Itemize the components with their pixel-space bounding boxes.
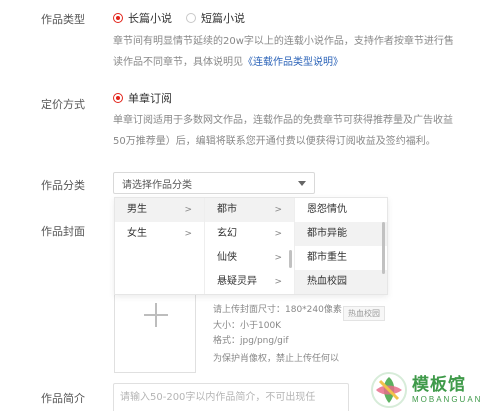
cascader-option-xianxia[interactable]: 仙侠 > xyxy=(205,246,294,270)
radio-per-chapter-label: 单章订阅 xyxy=(128,92,172,105)
option-label: 都市异能 xyxy=(307,228,347,239)
chevron-right-icon: > xyxy=(274,277,282,287)
plus-icon-vertical xyxy=(155,303,157,327)
pricing-description: 单章订阅适用于多数网文作品，连载作品的免费章节可获得推荐量及广告收益 50万推荐… xyxy=(113,110,500,152)
option-label: 女生 xyxy=(127,228,147,239)
radio-short-novel-label: 短篇小说 xyxy=(201,12,245,25)
cascader-option-mystery[interactable]: 悬疑灵异 > xyxy=(205,270,294,294)
radio-checked-icon xyxy=(113,13,123,23)
option-label: 男生 xyxy=(127,204,147,215)
cascader-option-urban-rebirth[interactable]: 都市重生 xyxy=(295,246,387,270)
leaf-logo-icon xyxy=(370,371,408,409)
radio-long-novel-label: 长篇小说 xyxy=(128,12,172,25)
cascader-option-campus[interactable]: 热血校园 xyxy=(295,270,387,294)
column-scrollbar[interactable] xyxy=(289,250,292,268)
option-label: 悬疑灵异 xyxy=(217,276,257,287)
category-select[interactable]: 请选择作品分类 xyxy=(113,172,315,194)
intro-textarea[interactable]: 请输入50-200字以内作品简介，不可出现任 xyxy=(113,383,349,411)
cascader-option-fantasy[interactable]: 玄幻 > xyxy=(205,222,294,246)
watermark-english-text: MOBANGUAN xyxy=(412,394,483,404)
option-label: 热血校园 xyxy=(307,276,347,287)
pricing-desc-line2: 50万推荐量）后，编辑将联系您开通付费以便获得订阅收益及签约福利。 xyxy=(113,136,436,147)
radio-long-novel[interactable]: 长篇小说 xyxy=(113,10,172,26)
cascader-column-gender: 男生 > 女生 > xyxy=(115,198,205,294)
cover-label: 作品封面 xyxy=(41,225,85,238)
category-label: 作品分类 xyxy=(41,179,85,192)
cascader-option-urban-power[interactable]: 都市异能 xyxy=(295,222,387,246)
cover-portrait-notice: 为保护肖像权，禁止上传任何以 xyxy=(213,354,340,364)
cascader-option-urban[interactable]: 都市 > xyxy=(205,198,294,222)
chevron-right-icon: > xyxy=(274,253,282,263)
work-type-label: 作品类型 xyxy=(41,13,85,26)
option-label: 恩怨情仇 xyxy=(307,204,347,215)
chevron-right-icon: > xyxy=(184,205,192,215)
pricing-label: 定价方式 xyxy=(41,98,85,111)
radio-per-chapter[interactable]: 单章订阅 xyxy=(113,90,172,106)
pricing-radio-group: 单章订阅 xyxy=(113,90,186,106)
category-cascader-dropdown: 男生 > 女生 > 都市 > 玄幻 > 仙侠 > 悬疑灵异 > 恩怨情仇 都市异… xyxy=(114,197,388,295)
watermark: 模板馆 MOBANGUAN xyxy=(370,368,500,411)
option-label: 仙侠 xyxy=(217,252,237,263)
pricing-desc-line1: 单章订阅适用于多数网文作品，连载作品的免费章节可获得推荐量及广告收益 xyxy=(113,115,453,126)
cascader-option-grudge[interactable]: 恩怨情仇 xyxy=(295,198,387,222)
radio-short-novel[interactable]: 短篇小说 xyxy=(186,10,245,26)
category-select-placeholder: 请选择作品分类 xyxy=(122,179,192,191)
work-type-explanation-link[interactable]: 《连载作品类型说明》 xyxy=(243,57,343,68)
watermark-chinese-text: 模板馆 xyxy=(412,374,466,395)
cover-size-hint: 请上传封面尺寸：180*240像素 xyxy=(213,305,342,315)
column-scrollbar[interactable] xyxy=(382,222,385,274)
cover-upload-box[interactable] xyxy=(114,287,196,373)
chevron-right-icon: > xyxy=(274,229,282,239)
watermark-text: 模板馆 MOBANGUAN xyxy=(412,375,482,405)
cascader-option-female[interactable]: 女生 > xyxy=(115,222,204,246)
cascader-column-subgenre: 恩怨情仇 都市异能 都市重生 热血校园 xyxy=(295,198,387,294)
option-label: 都市 xyxy=(217,204,237,215)
novel-submission-form: 作品类型 长篇小说 短篇小说 章节间有明显情节延续的20w字以上的连载小说作品，… xyxy=(0,0,500,411)
cascader-column-genre: 都市 > 玄幻 > 仙侠 > 悬疑灵异 > xyxy=(205,198,295,294)
caret-down-icon xyxy=(298,180,306,186)
cascader-option-male[interactable]: 男生 > xyxy=(115,198,204,222)
work-type-desc-line2: 读作品不同章节，具体说明见《连载作品类型说明》 xyxy=(113,52,500,73)
option-tooltip: 热血校园 xyxy=(343,306,385,321)
work-type-description: 章节间有明显情节延续的20w字以上的连载小说作品，支持作者按章节进行售 读作品不… xyxy=(113,31,500,73)
work-type-desc-prefix: 读作品不同章节，具体说明见 xyxy=(113,57,243,68)
work-type-radio-group: 长篇小说 短篇小说 xyxy=(113,10,259,26)
cover-max-size-hint: 大小：小于100K xyxy=(213,321,282,331)
option-label: 都市重生 xyxy=(307,252,347,263)
option-label: 玄幻 xyxy=(217,228,237,239)
radio-checked-icon xyxy=(113,93,123,103)
radio-unchecked-icon xyxy=(186,13,196,23)
chevron-right-icon: > xyxy=(274,205,282,215)
work-type-desc-line1: 章节间有明显情节延续的20w字以上的连载小说作品，支持作者按章节进行售 xyxy=(113,36,454,47)
intro-label: 作品简介 xyxy=(41,392,85,405)
chevron-right-icon: > xyxy=(184,229,192,239)
cover-format-hint: 格式：jpg/png/gif xyxy=(213,336,289,346)
